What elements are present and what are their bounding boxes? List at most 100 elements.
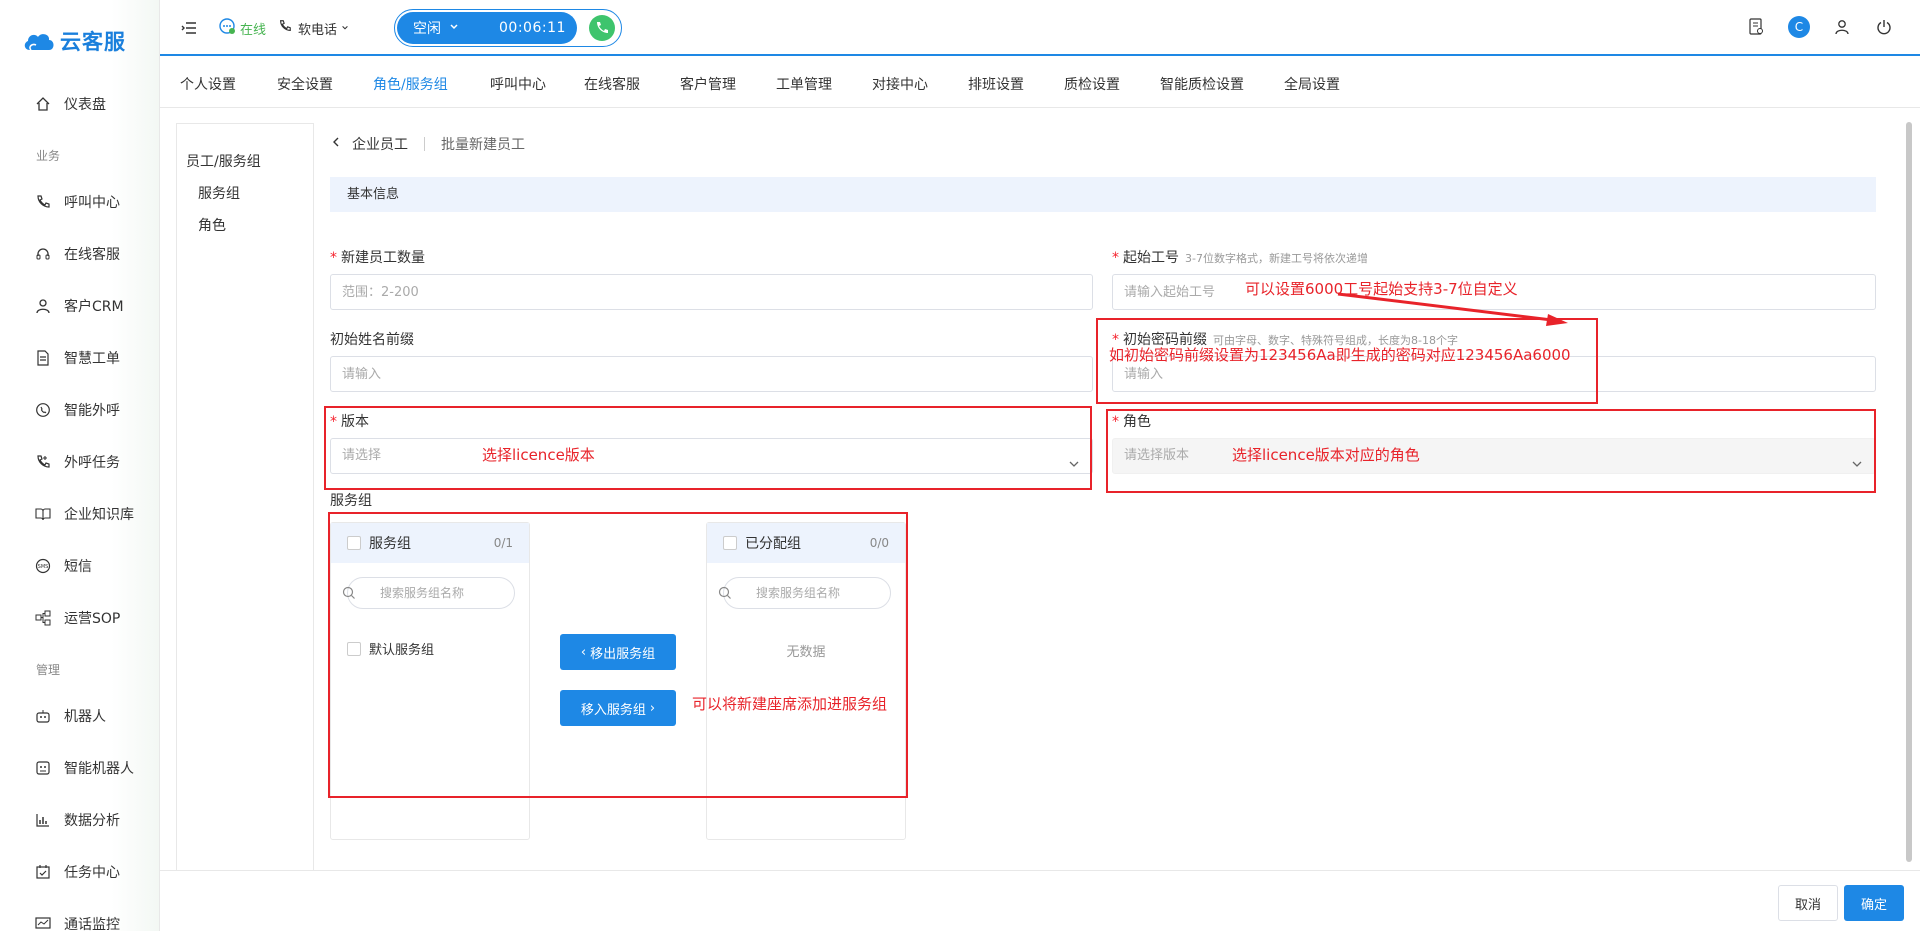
tab-call-center[interactable]: 呼叫中心 bbox=[490, 74, 546, 94]
agent-status[interactable]: 在线 软电话 bbox=[218, 17, 349, 39]
tab-ticket[interactable]: 工单管理 bbox=[776, 74, 832, 94]
tab-personal[interactable]: 个人设置 bbox=[180, 74, 236, 94]
dial-button[interactable] bbox=[589, 15, 615, 41]
sidebar-item-ticket[interactable]: 智慧工单 bbox=[34, 346, 120, 370]
subnav-item-roles[interactable]: 角色 bbox=[198, 215, 226, 235]
sidebar-item-outbound-task[interactable]: 外呼任务 bbox=[34, 450, 120, 474]
call-state-select[interactable]: 空闲 00:06:11 bbox=[397, 12, 577, 44]
move-out-group-button[interactable]: ‹ 移出服务组 bbox=[560, 634, 676, 670]
smart-robot-icon bbox=[34, 759, 52, 777]
sidebar: 云客服 仪表盘 业务 呼叫中心 在线客服 客户CRM 智慧工单 智能外呼 外呼任… bbox=[0, 0, 160, 931]
version-select[interactable]: 请选择 bbox=[330, 438, 1093, 474]
name-prefix-input[interactable] bbox=[330, 356, 1093, 392]
chart-icon bbox=[34, 811, 52, 829]
footer-actions: 取消 确定 bbox=[160, 870, 1920, 931]
settings-tabs: 个人设置 安全设置 角色/服务组 呼叫中心 在线客服 客户管理 工单管理 对接中… bbox=[160, 58, 1920, 108]
svg-text:SMS: SMS bbox=[38, 564, 49, 570]
item-checkbox[interactable] bbox=[347, 641, 361, 656]
sidebar-item-dashboard[interactable]: 仪表盘 bbox=[34, 92, 106, 116]
tab-customer[interactable]: 客户管理 bbox=[680, 74, 736, 94]
tab-online-service[interactable]: 在线客服 bbox=[584, 74, 640, 94]
call-control: 空闲 00:06:11 bbox=[394, 9, 622, 47]
sidebar-item-crm[interactable]: 客户CRM bbox=[34, 294, 124, 318]
chevron-down-icon bbox=[1851, 450, 1863, 467]
sidebar-item-call-monitor[interactable]: 通话监控 bbox=[34, 912, 120, 931]
source-search-input[interactable] bbox=[347, 577, 515, 609]
sidebar-item-analytics[interactable]: 数据分析 bbox=[34, 808, 120, 832]
subnav-title[interactable]: 员工/服务组 bbox=[186, 151, 261, 171]
sidebar-item-label: 任务中心 bbox=[64, 865, 120, 881]
select-all-checkbox[interactable] bbox=[723, 536, 737, 550]
cloud-logo-icon bbox=[22, 30, 56, 52]
sidebar-item-sms[interactable]: SMS 短信 bbox=[34, 554, 92, 578]
breadcrumb-parent[interactable]: 企业员工 bbox=[352, 134, 408, 154]
tab-schedule[interactable]: 排班设置 bbox=[968, 74, 1024, 94]
avatar[interactable]: C bbox=[1788, 16, 1810, 38]
search-icon bbox=[718, 586, 732, 600]
phone-mode-label: 软电话 bbox=[298, 22, 338, 38]
confirm-button[interactable]: 确定 bbox=[1844, 885, 1904, 921]
sidebar-item-call-center[interactable]: 呼叫中心 bbox=[34, 190, 120, 214]
sidebar-item-task-center[interactable]: 任务中心 bbox=[34, 860, 120, 884]
count-label: * 新建员工数量 bbox=[330, 247, 425, 267]
phone-icon bbox=[597, 22, 608, 33]
select-all-checkbox[interactable] bbox=[347, 536, 361, 550]
online-status-text: 在线 bbox=[240, 22, 267, 38]
version-label-text: 版本 bbox=[341, 414, 369, 430]
tab-integration[interactable]: 对接中心 bbox=[872, 74, 928, 94]
employee-count-input[interactable] bbox=[330, 274, 1093, 310]
name-prefix-label: 初始姓名前缀 bbox=[330, 332, 414, 348]
move-in-group-button[interactable]: 移入服务组 › bbox=[560, 690, 676, 726]
tab-qa[interactable]: 质检设置 bbox=[1064, 74, 1120, 94]
subnav-item-groups[interactable]: 服务组 bbox=[198, 183, 240, 203]
sidebar-item-label: 企业知识库 bbox=[64, 507, 134, 523]
header-actions: C bbox=[1724, 16, 1894, 38]
user-icon bbox=[34, 297, 52, 315]
top-header: 在线 软电话 空闲 00:06:11 C bbox=[160, 0, 1920, 56]
role-select[interactable]: 请选择版本 bbox=[1112, 438, 1876, 474]
sidebar-item-label: 智能机器人 bbox=[64, 761, 134, 777]
role-select-placeholder: 请选择版本 bbox=[1124, 448, 1190, 463]
transfer-source-title: 服务组 bbox=[369, 536, 411, 552]
back-icon[interactable] bbox=[330, 136, 342, 152]
transfer-target-panel: 已分配组 0/0 无数据 bbox=[706, 522, 906, 840]
robot-icon bbox=[34, 707, 52, 725]
tab-global[interactable]: 全局设置 bbox=[1284, 74, 1340, 94]
tab-security[interactable]: 安全设置 bbox=[277, 74, 333, 94]
sidebar-item-label: 呼叫中心 bbox=[64, 195, 120, 211]
flow-icon bbox=[34, 609, 52, 627]
chevron-left-icon: ‹ bbox=[580, 644, 587, 660]
sidebar-item-label: 在线客服 bbox=[64, 247, 120, 263]
notes-icon[interactable] bbox=[1746, 16, 1766, 38]
power-icon[interactable] bbox=[1874, 16, 1894, 38]
tab-smart-qa[interactable]: 智能质检设置 bbox=[1160, 74, 1244, 94]
sidebar-section-manage: 管理 bbox=[36, 663, 61, 677]
phone-mode-select[interactable]: 软电话 bbox=[278, 19, 349, 38]
chevron-right-icon: › bbox=[649, 700, 656, 716]
sidebar-item-smart-outbound[interactable]: 智能外呼 bbox=[34, 398, 120, 422]
sidebar-item-sop[interactable]: 运营SOP bbox=[34, 606, 120, 630]
list-item-label: 默认服务组 bbox=[369, 643, 435, 658]
vertical-scrollbar[interactable] bbox=[1906, 122, 1912, 862]
tab-roles-groups[interactable]: 角色/服务组 bbox=[373, 74, 448, 94]
call-state-label: 空闲 bbox=[413, 21, 441, 37]
sidebar-item-label: 运营SOP bbox=[64, 611, 121, 627]
sidebar-item-knowledge-base[interactable]: 企业知识库 bbox=[34, 502, 134, 526]
book-icon bbox=[34, 505, 52, 523]
home-icon bbox=[34, 95, 52, 113]
required-mark: * bbox=[1112, 250, 1119, 266]
cancel-button[interactable]: 取消 bbox=[1778, 885, 1838, 921]
document-icon bbox=[34, 349, 52, 367]
move-in-label: 移入服务组 bbox=[580, 702, 646, 718]
sidebar-item-smart-robot[interactable]: 智能机器人 bbox=[34, 756, 134, 780]
user-profile-icon[interactable] bbox=[1832, 16, 1852, 38]
sidebar-item-online-service[interactable]: 在线客服 bbox=[34, 242, 120, 266]
menu-collapse-icon[interactable] bbox=[180, 19, 198, 37]
list-item[interactable]: 默认服务组 bbox=[347, 639, 434, 658]
sidebar-section-business: 业务 bbox=[36, 149, 61, 163]
sms-icon: SMS bbox=[34, 557, 52, 575]
sidebar-item-robot[interactable]: 机器人 bbox=[34, 704, 106, 728]
target-search-input[interactable] bbox=[723, 577, 891, 609]
annotation-version: 选择licence版本 bbox=[482, 446, 595, 464]
annotation-arrow-icon bbox=[1337, 292, 1568, 326]
